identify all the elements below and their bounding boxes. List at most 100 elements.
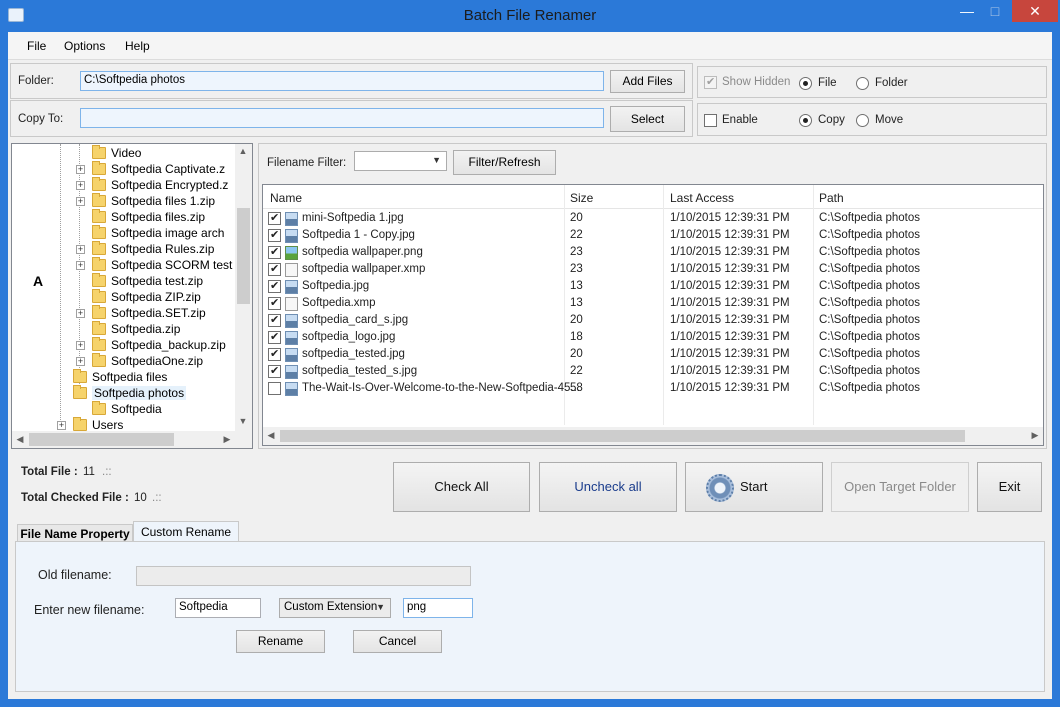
grid-scrollbar-h[interactable]: ◀ ▶ <box>263 427 1043 445</box>
rename-button[interactable]: Rename <box>236 630 325 653</box>
tree-item[interactable]: Softpedia files <box>12 369 234 385</box>
rename-mode-select[interactable]: Custom Extension ▼ <box>279 598 391 618</box>
tab-custom-rename[interactable]: Custom Rename <box>133 521 239 542</box>
column-size[interactable]: Size <box>570 191 593 205</box>
image-file-icon <box>285 212 298 226</box>
menu-options[interactable]: Options <box>64 39 105 53</box>
tree-item[interactable]: + Softpedia files 1.zip <box>12 193 234 209</box>
new-filename-input[interactable]: Softpedia <box>175 598 261 618</box>
row-checkbox[interactable] <box>268 228 281 242</box>
grid-scroll-right-icon[interactable]: ▶ <box>1027 430 1043 441</box>
tree-scroll-thumb[interactable] <box>237 208 250 304</box>
expand-icon[interactable]: + <box>57 421 66 430</box>
folder-tree[interactable]: A Video + Softpedia Captivate.z + Softpedia … <box>11 143 253 449</box>
filter-refresh-button[interactable]: Filter/Refresh <box>453 150 556 175</box>
row-checkbox[interactable] <box>268 296 281 310</box>
table-row[interactable]: Softpedia.xmp 13 1/10/2015 12:39:31 PM C:\S… <box>263 295 1043 312</box>
tree-item[interactable]: + SoftpediaOne.zip <box>12 353 234 369</box>
cancel-button[interactable]: Cancel <box>353 630 442 653</box>
table-row[interactable]: softpedia_card_s.jpg 20 1/10/2015 12:39:31… <box>263 312 1043 329</box>
table-row[interactable]: Softpedia 1 - Copy.jpg 22 1/10/2015 12:39:… <box>263 227 1043 244</box>
row-checkbox[interactable] <box>268 382 281 395</box>
tree-item[interactable]: Video <box>12 145 234 161</box>
table-row[interactable]: softpedia wallpaper.xmp 23 1/10/2015 12:39… <box>263 261 1043 278</box>
expand-icon[interactable]: + <box>76 181 85 190</box>
tree-item[interactable]: Softpedia.zip <box>12 321 234 337</box>
tree-scrollbar-h[interactable]: ◀ ▶ <box>12 431 252 448</box>
tree-item[interactable]: Softpedia files.zip <box>12 209 234 225</box>
tree-item[interactable]: + Softpedia SCORM test <box>12 257 234 273</box>
minimize-icon[interactable]: — <box>954 0 980 22</box>
table-row[interactable]: softpedia_logo.jpg 18 1/10/2015 12:39:31 P… <box>263 329 1043 346</box>
tree-item[interactable]: Softpedia <box>12 401 234 417</box>
table-row[interactable]: softpedia_tested.jpg 20 1/10/2015 12:39:31… <box>263 346 1043 363</box>
tree-scrollbar-v[interactable]: ▲ ▼ <box>235 144 252 431</box>
maximize-icon[interactable]: □ <box>982 0 1008 22</box>
expand-icon[interactable]: + <box>76 309 85 318</box>
expand-icon[interactable]: + <box>76 245 85 254</box>
image-file-icon <box>285 229 298 243</box>
menu-file[interactable]: File <box>27 39 46 53</box>
copy-to-input[interactable] <box>80 108 604 128</box>
expand-icon[interactable]: + <box>76 261 85 270</box>
table-row[interactable]: softpedia_tested_s.jpg 22 1/10/2015 12:39:… <box>263 363 1043 380</box>
table-row[interactable]: The-Wait-Is-Over-Welcome-to-the-New-Soft… <box>263 380 1043 397</box>
column-name[interactable]: Name <box>270 191 302 205</box>
table-row[interactable]: Softpedia.jpg 13 1/10/2015 12:39:31 PM C:\S… <box>263 278 1043 295</box>
tree-item[interactable]: Softpedia image arch <box>12 225 234 241</box>
row-checkbox[interactable] <box>268 313 281 327</box>
scroll-right-icon[interactable]: ▶ <box>219 434 235 445</box>
title-bar[interactable]: Batch File Renamer — □ ✕ <box>0 0 1060 32</box>
open-target-folder-button[interactable]: Open Target Folder <box>831 462 969 512</box>
close-icon[interactable]: ✕ <box>1012 0 1058 22</box>
extension-input[interactable]: png <box>403 598 473 618</box>
exit-button[interactable]: Exit <box>977 462 1042 512</box>
tree-item[interactable]: + Softpedia Rules.zip <box>12 241 234 257</box>
tree-item[interactable]: Softpedia photos <box>12 385 234 401</box>
tree-item[interactable]: + Softpedia Captivate.z <box>12 161 234 177</box>
table-row[interactable]: softpedia wallpaper.png 23 1/10/2015 12:39… <box>263 244 1043 261</box>
check-all-button[interactable]: Check All <box>393 462 530 512</box>
tree-item[interactable]: + Softpedia_backup.zip <box>12 337 234 353</box>
add-files-button[interactable]: Add Files <box>610 70 685 93</box>
copy-radio[interactable] <box>799 114 812 127</box>
enable-checkbox[interactable] <box>704 114 717 127</box>
start-button[interactable]: Start <box>685 462 823 512</box>
show-hidden-checkbox[interactable] <box>704 75 717 89</box>
tree-item[interactable]: + Softpedia Encrypted.z <box>12 177 234 193</box>
tree-item[interactable]: Softpedia test.zip <box>12 273 234 289</box>
row-checkbox[interactable] <box>268 262 281 276</box>
column-path[interactable]: Path <box>819 191 844 205</box>
menu-help[interactable]: Help <box>125 39 150 53</box>
row-checkbox[interactable] <box>268 364 281 378</box>
folder-radio[interactable] <box>856 77 869 90</box>
grid-scroll-thumb[interactable] <box>280 430 965 442</box>
expand-icon[interactable]: + <box>76 357 85 366</box>
cell-access: 1/10/2015 12:39:31 PM <box>670 348 790 360</box>
column-last-access[interactable]: Last Access <box>670 191 734 205</box>
scroll-left-icon[interactable]: ◀ <box>12 434 28 445</box>
uncheck-all-button[interactable]: Uncheck all <box>539 462 677 512</box>
row-checkbox[interactable] <box>268 330 281 344</box>
select-button[interactable]: Select <box>610 106 685 132</box>
scroll-up-icon[interactable]: ▲ <box>235 146 251 156</box>
table-row[interactable]: mini-Softpedia 1.jpg 20 1/10/2015 12:39:31… <box>263 210 1043 227</box>
tab-file-name-property[interactable]: File Name Property <box>17 524 133 542</box>
row-checkbox[interactable] <box>268 245 281 259</box>
expand-icon[interactable]: + <box>76 341 85 350</box>
filename-filter-select[interactable]: ▼ <box>354 151 447 171</box>
file-grid[interactable]: Name Size Last Access Path mini-Softpedi… <box>262 184 1044 446</box>
tree-item[interactable]: + Softpedia.SET.zip <box>12 305 234 321</box>
folder-input[interactable]: C:\Softpedia photos <box>80 71 604 91</box>
file-radio[interactable] <box>799 77 812 90</box>
move-radio[interactable] <box>856 114 869 127</box>
row-checkbox[interactable] <box>268 347 281 361</box>
scroll-down-icon[interactable]: ▼ <box>235 416 251 426</box>
expand-icon[interactable]: + <box>76 197 85 206</box>
tree-scroll-thumb-h[interactable] <box>29 433 174 446</box>
tree-item[interactable]: Softpedia ZIP.zip <box>12 289 234 305</box>
expand-icon[interactable]: + <box>76 165 85 174</box>
row-checkbox[interactable] <box>268 279 281 293</box>
row-checkbox[interactable] <box>268 211 281 225</box>
grid-scroll-left-icon[interactable]: ◀ <box>263 430 279 441</box>
